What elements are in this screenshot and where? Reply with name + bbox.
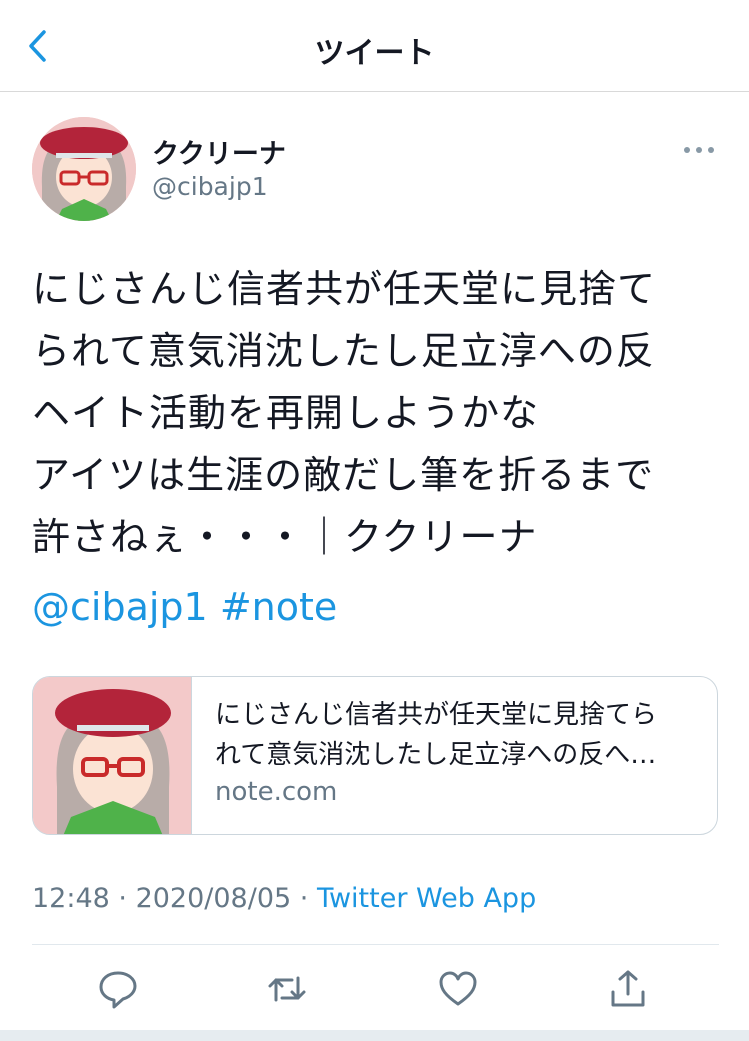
more-options-button[interactable] <box>682 140 716 160</box>
page-title: ツイート <box>314 36 435 71</box>
card-thumbnail <box>33 677 192 834</box>
card-domain: note.com <box>215 777 338 807</box>
avatar-illustration <box>32 117 136 221</box>
avatar[interactable] <box>32 117 136 221</box>
top-bar: ツイート <box>0 0 749 92</box>
meta-separator: · <box>109 883 136 914</box>
hashtag-link[interactable]: #note <box>220 585 337 629</box>
tweet-source-link[interactable]: Twitter Web App <box>317 883 536 914</box>
link-preview-card[interactable]: にじさんじ信者共が任天堂に見捨てら れて意気消沈したし足立淳への反へ… note… <box>32 676 718 835</box>
card-title: にじさんじ信者共が任天堂に見捨てら れて意気消沈したし足立淳への反へ… <box>215 700 658 770</box>
author-handle[interactable]: @cibajp1 <box>152 172 268 201</box>
share-button[interactable] <box>607 968 649 1010</box>
tweet-time: 12:48 <box>32 883 110 914</box>
card-thumbnail-illustration <box>33 677 191 834</box>
reply-icon <box>99 971 137 1009</box>
tweet-text: にじさんじ信者共が任天堂に見捨て られて意気消沈したし足立淳への反 ヘイト活動を… <box>32 267 657 559</box>
retweet-icon <box>268 976 306 1002</box>
share-icon <box>611 970 645 1007</box>
author-display-name[interactable]: ククリーナ <box>152 132 286 171</box>
mention-link[interactable]: @cibajp1 <box>32 585 208 629</box>
bottom-strip <box>0 1030 749 1041</box>
tweet-metadata: 12:48 · 2020/08/05 · Twitter Web App <box>32 883 536 914</box>
divider <box>32 944 719 945</box>
retweet-button[interactable] <box>266 968 308 1010</box>
more-dots-icon <box>684 147 714 153</box>
tweet-links: @cibajp1 #note <box>32 576 337 638</box>
heart-icon <box>439 971 477 1006</box>
meta-separator: · <box>291 883 317 914</box>
tweet-date: 2020/08/05 <box>135 883 292 914</box>
reply-button[interactable] <box>97 968 139 1010</box>
like-button[interactable] <box>437 968 479 1010</box>
